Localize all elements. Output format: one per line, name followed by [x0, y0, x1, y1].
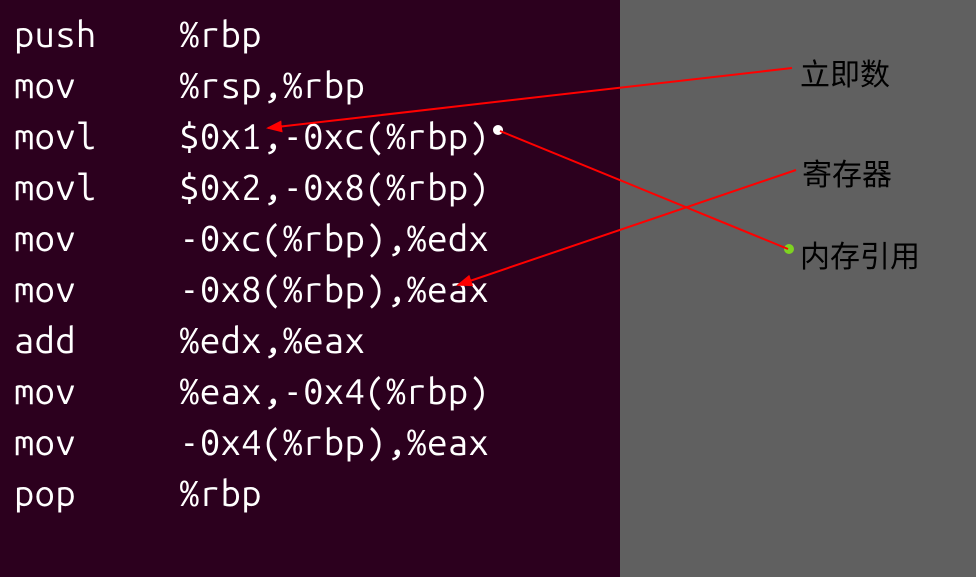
operands: -0x8(%rbp),%eax: [179, 268, 489, 309]
operands: %edx,%eax: [179, 319, 365, 360]
mnemonic: mov: [14, 370, 76, 411]
operands: %eax,-0x4(%rbp): [179, 370, 489, 411]
operands: %rbp: [179, 13, 262, 54]
asm-line: mov %eax,-0x4(%rbp): [14, 365, 606, 416]
label-memref: 内存引用: [800, 232, 920, 276]
asm-line: movl $0x2,-0x8(%rbp): [14, 161, 606, 212]
mnemonic: movl: [14, 166, 97, 207]
mnemonic: mov: [14, 217, 76, 258]
asm-line: mov %rsp,%rbp: [14, 59, 606, 110]
dot-memref-source: [784, 244, 794, 254]
operands: $0x2,-0x8(%rbp): [179, 166, 489, 207]
label-immediate: 立即数: [800, 50, 890, 94]
mnemonic: mov: [14, 64, 76, 105]
asm-line: movl $0x1,-0xc(%rbp): [14, 110, 606, 161]
operands: $0x1,-0xc(%rbp): [179, 115, 489, 156]
mnemonic: pop: [14, 472, 76, 513]
mnemonic: movl: [14, 115, 97, 156]
terminal-panel: push %rbp mov %rsp,%rbp movl $0x1,-0xc(%…: [0, 0, 620, 577]
label-register: 寄存器: [802, 150, 892, 194]
mnemonic: mov: [14, 421, 76, 462]
asm-line: pop %rbp: [14, 467, 606, 518]
asm-line: mov -0x8(%rbp),%eax: [14, 263, 606, 314]
operands: %rbp: [179, 472, 262, 513]
asm-line: add %edx,%eax: [14, 314, 606, 365]
operands: -0xc(%rbp),%edx: [179, 217, 489, 258]
dot-memref-target: [493, 125, 503, 135]
mnemonic: mov: [14, 268, 76, 309]
asm-line: push %rbp: [14, 8, 606, 59]
mnemonic: add: [14, 319, 76, 360]
operands: -0x4(%rbp),%eax: [179, 421, 489, 462]
asm-line: mov -0x4(%rbp),%eax: [14, 416, 606, 467]
operands: %rsp,%rbp: [179, 64, 365, 105]
mnemonic: push: [14, 13, 97, 54]
asm-line: mov -0xc(%rbp),%edx: [14, 212, 606, 263]
